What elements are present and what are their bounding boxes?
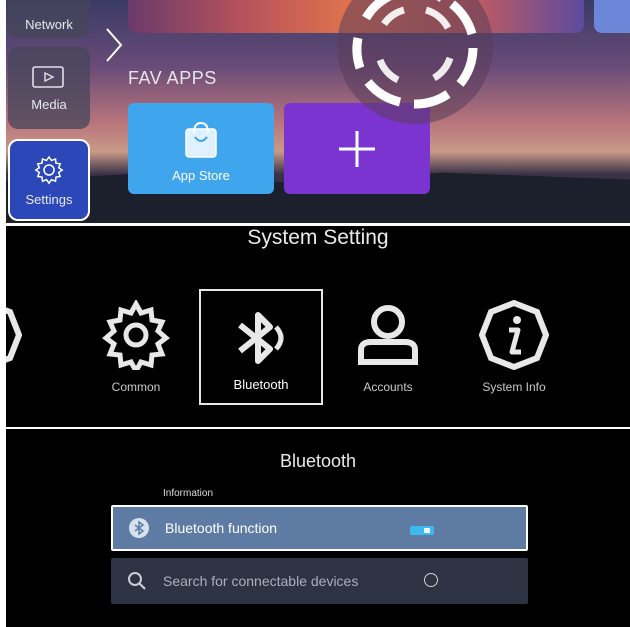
gear-icon [34,155,64,184]
bluetooth-function-row[interactable]: Bluetooth function [111,505,528,551]
nav-settings-label: Settings [25,191,73,207]
gear-icon [102,300,170,370]
category-time-label: me [6,380,42,394]
loading-spinner-icon [337,0,493,124]
bluetooth-panel: Bluetooth Information Bluetooth function… [6,429,630,627]
info-icon [479,300,549,370]
category-bluetooth-label: Bluetooth [233,377,289,392]
launcher-panel: Network Media Settings FAV APPS App Stor… [6,0,630,223]
search-devices-label: Search for connectable devices [163,573,359,589]
nav-media-label: Media [31,96,67,112]
category-time[interactable]: me [6,290,42,408]
category-accounts[interactable]: Accounts [333,290,443,408]
page-title: Bluetooth [279,451,357,471]
featured-banner-next[interactable] [594,0,630,33]
bluetooth-function-label: Bluetooth function [165,520,278,536]
media-icon [32,65,64,88]
bluetooth-icon [129,518,149,538]
bluetooth-icon [238,312,284,364]
nav-settings[interactable]: Settings [8,139,90,221]
category-common-label: Common [111,380,161,394]
shopping-bag-icon [185,121,217,158]
search-icon [128,572,146,590]
category-bluetooth[interactable]: Bluetooth [199,289,323,405]
category-system-info[interactable]: System Info [459,290,569,408]
app-tile-app-store[interactable]: App Store [128,103,274,194]
system-setting-panel: System Setting me Common Bluetooth Accou… [6,226,630,427]
page-title: System Setting [247,226,389,249]
nav-network-label: Network [25,17,73,32]
app-store-label: App Store [172,168,230,183]
category-system-info-label: System Info [482,380,546,394]
fav-apps-title: FAV APPS [128,68,217,88]
nav-media[interactable]: Media [8,47,90,129]
user-icon [358,305,418,365]
nav-network[interactable]: Network [8,0,90,38]
category-accounts-label: Accounts [363,380,413,394]
section-label: Information [163,488,214,499]
plus-icon [339,131,375,167]
clock-icon [6,307,22,363]
category-common[interactable]: Common [81,290,191,408]
chevron-right-icon[interactable] [99,25,129,65]
loading-spinner-icon [424,573,438,587]
search-devices-row[interactable]: Search for connectable devices [111,558,528,604]
bluetooth-toggle[interactable] [410,526,434,535]
